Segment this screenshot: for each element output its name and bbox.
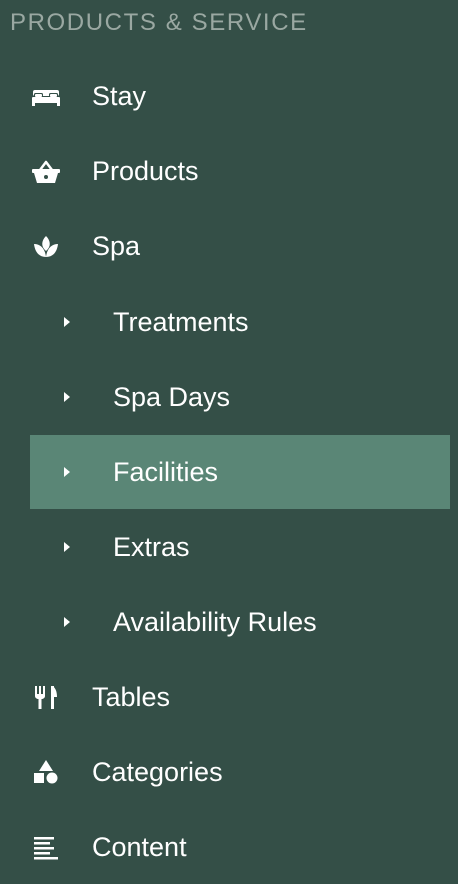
sidebar-subitem-facilities[interactable]: Facilities	[0, 435, 458, 509]
caret-right-icon	[62, 390, 72, 404]
active-item-highlight	[30, 435, 450, 509]
sidebar-item-spa[interactable]: Spa	[0, 209, 458, 283]
section-title: PRODUCTS & SERVICE	[10, 9, 308, 36]
sidebar-item-products[interactable]: Products	[0, 134, 458, 208]
text-lines-icon	[30, 834, 62, 860]
sidebar-item-label: Stay	[92, 81, 147, 111]
shapes-icon	[30, 759, 62, 785]
sidebar-subitem-label: Spa Days	[113, 382, 231, 412]
sidebar-subitem-label: Facilities	[113, 457, 219, 487]
sidebar-item-stay[interactable]: Stay	[0, 59, 458, 133]
caret-right-icon	[62, 315, 72, 329]
sidebar-subitem-label: Availability Rules	[113, 607, 317, 637]
sidebar-item-label: Content	[92, 832, 187, 862]
sidebar-subitem-label: Extras	[113, 532, 190, 562]
caret-right-icon	[62, 540, 72, 554]
caret-right-icon	[62, 465, 72, 479]
basket-icon	[30, 158, 62, 184]
sidebar-item-content[interactable]: Content	[0, 810, 458, 884]
sidebar-subitem-availability-rules[interactable]: Availability Rules	[0, 585, 458, 659]
lotus-icon	[30, 233, 62, 259]
sidebar-item-categories[interactable]: Categories	[0, 735, 458, 809]
sidebar-item-label: Tables	[92, 682, 171, 712]
sidebar-subitem-spa-days[interactable]: Spa Days	[0, 360, 458, 434]
bed-icon	[30, 83, 62, 109]
sidebar-item-tables[interactable]: Tables	[0, 660, 458, 734]
sidebar-item-label: Products	[92, 156, 199, 186]
sidebar-subitem-label: Treatments	[113, 307, 249, 337]
sidebar-subitem-treatments[interactable]: Treatments	[0, 285, 458, 359]
cutlery-icon	[30, 684, 62, 710]
caret-right-icon	[62, 615, 72, 629]
sidebar-item-label: Categories	[92, 757, 223, 787]
sidebar-subitem-extras[interactable]: Extras	[0, 510, 458, 584]
sidebar-item-label: Spa	[92, 231, 141, 261]
